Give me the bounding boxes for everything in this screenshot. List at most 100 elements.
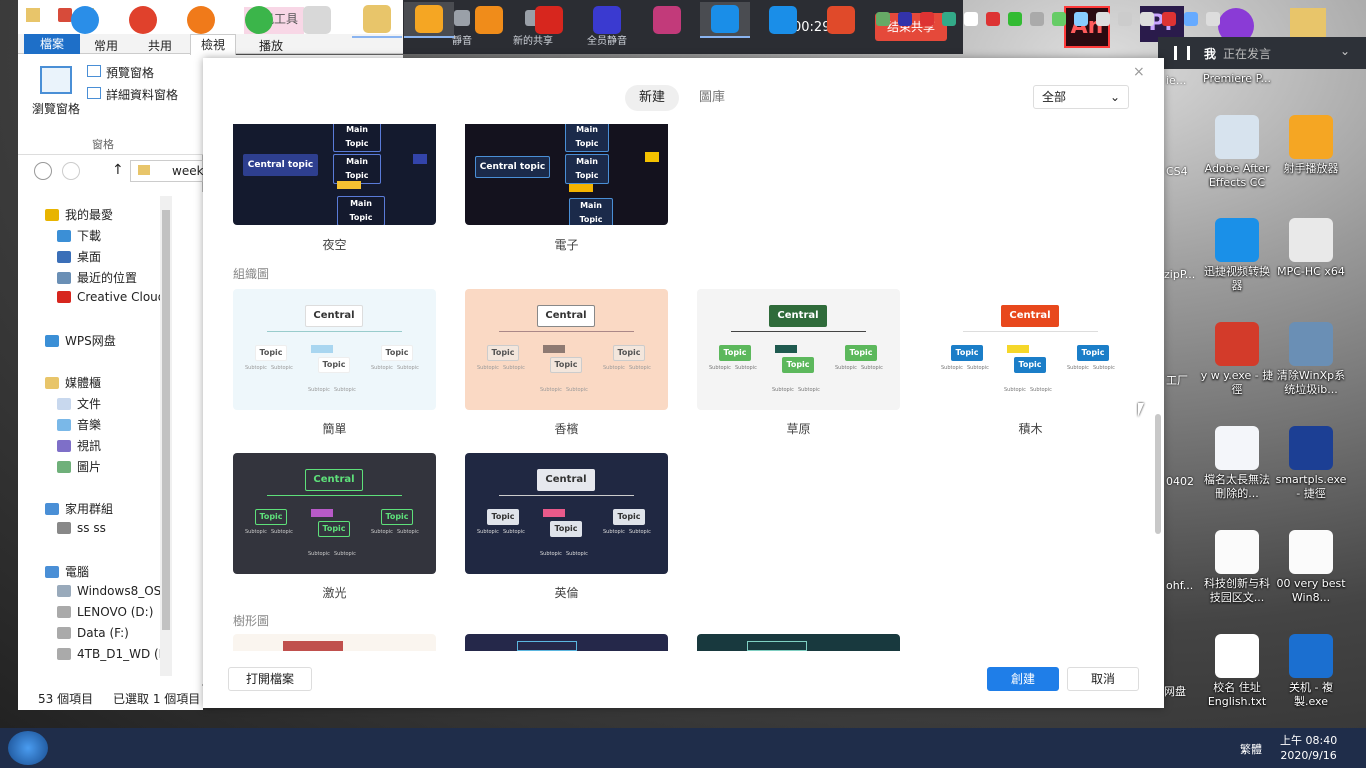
tray-icon[interactable]: [1206, 12, 1220, 26]
nav-item-homegroup[interactable]: 家用群組: [45, 500, 113, 517]
desktop-shortcut[interactable]: smartpls.exe - 捷徑: [1273, 426, 1349, 501]
navigation-pane-button[interactable]: 瀏覽窗格: [32, 100, 80, 117]
nav-item-videos[interactable]: 視訊: [57, 437, 101, 454]
nav-item-documents[interactable]: 文件: [57, 395, 101, 412]
back-button[interactable]: [34, 162, 52, 180]
nav-item-user-ss[interactable]: ss ss: [57, 521, 106, 535]
system-clock[interactable]: 上午 08:40 2020/9/16: [1280, 733, 1337, 763]
up-arrow-icon[interactable]: ↑: [112, 162, 124, 178]
tray-icon[interactable]: [1118, 12, 1132, 26]
tray-icon[interactable]: [964, 12, 978, 26]
taskbar-button[interactable]: [404, 2, 454, 38]
taskbar-button[interactable]: [292, 2, 342, 38]
nav-item-computer[interactable]: 電腦: [45, 563, 89, 580]
desktop-icon-label[interactable]: Premiere P...: [1199, 72, 1275, 86]
nav-item-lenovo-drive[interactable]: LENOVO (D:): [57, 605, 153, 619]
template-thumb-grassland[interactable]: Central Topic Subtopic Subtopic Topic Subtopi…: [697, 289, 900, 410]
start-button[interactable]: [8, 731, 48, 765]
chevron-down-icon[interactable]: ⌄: [1340, 44, 1350, 58]
desktop-shortcut[interactable]: 檔名太長無法刪除的...: [1199, 426, 1275, 501]
template-thumb-laser[interactable]: Central Topic Subtopic Subtopic Topic Subtopi…: [233, 453, 436, 574]
desktop-shortcut[interactable]: y w y.exe - 捷徑: [1199, 322, 1275, 397]
desktop-shortcut[interactable]: 科技创新与科技园区文...: [1199, 530, 1275, 605]
nav-item-4tb-drive[interactable]: 4TB_D1_WD (H: [57, 647, 168, 661]
tray-icon[interactable]: [1074, 12, 1088, 26]
desktop-icon-label: 科技创新与科技园区文...: [1204, 577, 1270, 604]
nav-item-downloads[interactable]: 下載: [57, 227, 101, 244]
desktop-shortcut[interactable]: Adobe After Effects CC: [1199, 115, 1275, 190]
taskbar-button[interactable]: [60, 2, 110, 38]
taskbar-button[interactable]: [700, 2, 750, 38]
close-icon[interactable]: ×: [1133, 64, 1145, 80]
tray-icon[interactable]: [1184, 12, 1198, 26]
open-file-button[interactable]: 打開檔案: [228, 667, 312, 691]
navigation-pane-icon[interactable]: [40, 66, 72, 94]
cancel-button[interactable]: 取消: [1067, 667, 1139, 691]
forward-button[interactable]: [62, 162, 80, 180]
nav-item-data-drive[interactable]: Data (F:): [57, 626, 129, 640]
template-thumb-tree[interactable]: [233, 634, 436, 651]
nav-item-music[interactable]: 音樂: [57, 416, 101, 433]
template-thumb-electronic[interactable]: Central topic Main Topic Main Topic Main…: [465, 124, 668, 225]
tab-home[interactable]: 常用: [94, 37, 118, 54]
gallery-scrollbar-thumb[interactable]: [1155, 414, 1161, 534]
desktop-shortcut[interactable]: 关机 - 複製.exe: [1273, 634, 1349, 709]
taskbar-button[interactable]: [582, 2, 632, 38]
tab-gallery[interactable]: 圖庫: [685, 85, 739, 111]
topic-node: Topic: [613, 509, 645, 525]
nav-item-recent-places[interactable]: 最近的位置: [57, 269, 137, 286]
tab-play[interactable]: 播放: [259, 37, 283, 54]
tray-icon[interactable]: [1096, 12, 1110, 26]
desktop-shortcut[interactable]: MPC-HC x64: [1273, 218, 1349, 279]
tray-icon[interactable]: [1140, 12, 1154, 26]
nav-item-label: 4TB_D1_WD (H: [77, 647, 168, 661]
create-button[interactable]: 創建: [987, 667, 1059, 691]
tray-icon[interactable]: [1162, 12, 1176, 26]
taskbar-button[interactable]: [118, 2, 168, 38]
nav-item-creative-cloud[interactable]: Creative Cloud: [57, 290, 165, 304]
tray-icon[interactable]: [1030, 12, 1044, 26]
tray-icon[interactable]: [986, 12, 1000, 26]
template-thumb-champagne[interactable]: Central Topic Subtopic Subtopic Topic Subtopi…: [465, 289, 668, 410]
taskbar-button[interactable]: [464, 2, 514, 38]
input-language[interactable]: 繁體: [1240, 741, 1262, 757]
details-pane-button[interactable]: 詳細資料窗格: [106, 86, 178, 103]
desktop-shortcut[interactable]: 00 very best Win8...: [1273, 530, 1349, 605]
template-thumb-tree[interactable]: [465, 634, 668, 651]
tray-icon[interactable]: [1052, 12, 1066, 26]
template-thumb-night[interactable]: Central topic Main Topic Main Topic Main…: [233, 124, 436, 225]
taskbar-button[interactable]: [816, 2, 866, 38]
template-thumb-british[interactable]: Central Topic Subtopic Subtopic Topic Subtopi…: [465, 453, 668, 574]
desktop-shortcut[interactable]: 迅捷视频转换器: [1199, 218, 1275, 293]
tray-icon[interactable]: [942, 12, 956, 26]
taskbar-button[interactable]: [524, 2, 574, 38]
tray-icon[interactable]: [898, 12, 912, 26]
taskbar-button[interactable]: [176, 2, 226, 38]
tray-icon[interactable]: [1008, 12, 1022, 26]
taskbar-button[interactable]: [642, 2, 692, 38]
preview-pane-button[interactable]: 預覽窗格: [106, 64, 154, 81]
tab-share[interactable]: 共用: [148, 37, 172, 54]
tray-icon[interactable]: [920, 12, 934, 26]
desktop-shortcut[interactable]: 射手播放器: [1273, 115, 1349, 176]
nav-item-favorites[interactable]: 我的最愛: [45, 206, 113, 223]
nav-item-pictures[interactable]: 圖片: [57, 458, 101, 475]
desktop-shortcut[interactable]: 校名 住址 English.txt: [1199, 634, 1275, 709]
taskbar-button[interactable]: [758, 2, 808, 38]
nav-item-desktop[interactable]: 桌面: [57, 248, 101, 265]
tab-new[interactable]: 新建: [625, 85, 680, 111]
gallery-scrollbar[interactable]: [1154, 124, 1162, 651]
taskbar-button[interactable]: [234, 2, 284, 38]
nav-item-wps-cloud[interactable]: WPS网盘: [45, 332, 116, 349]
nav-item-libraries[interactable]: 媒體櫃: [45, 374, 101, 391]
filter-select[interactable]: 全部 ⌄: [1033, 85, 1129, 109]
template-thumb-blocks[interactable]: Central Topic Subtopic Subtopic Topic Subtopi…: [929, 289, 1132, 410]
nav-item-windows8-os[interactable]: Windows8_OS: [57, 584, 161, 598]
taskbar-button[interactable]: [352, 2, 402, 38]
template-thumb-tree[interactable]: [697, 634, 900, 651]
tray-icon[interactable]: [876, 12, 890, 26]
nav-scrollbar-thumb[interactable]: [162, 210, 170, 630]
template-thumb-simple[interactable]: Central Topic Subtopic Subtopic Topic Subtopi…: [233, 289, 436, 410]
desktop-shortcut[interactable]: 清除WinXp系统垃圾ib...: [1273, 322, 1349, 397]
preview-pane-icon: [87, 65, 101, 77]
